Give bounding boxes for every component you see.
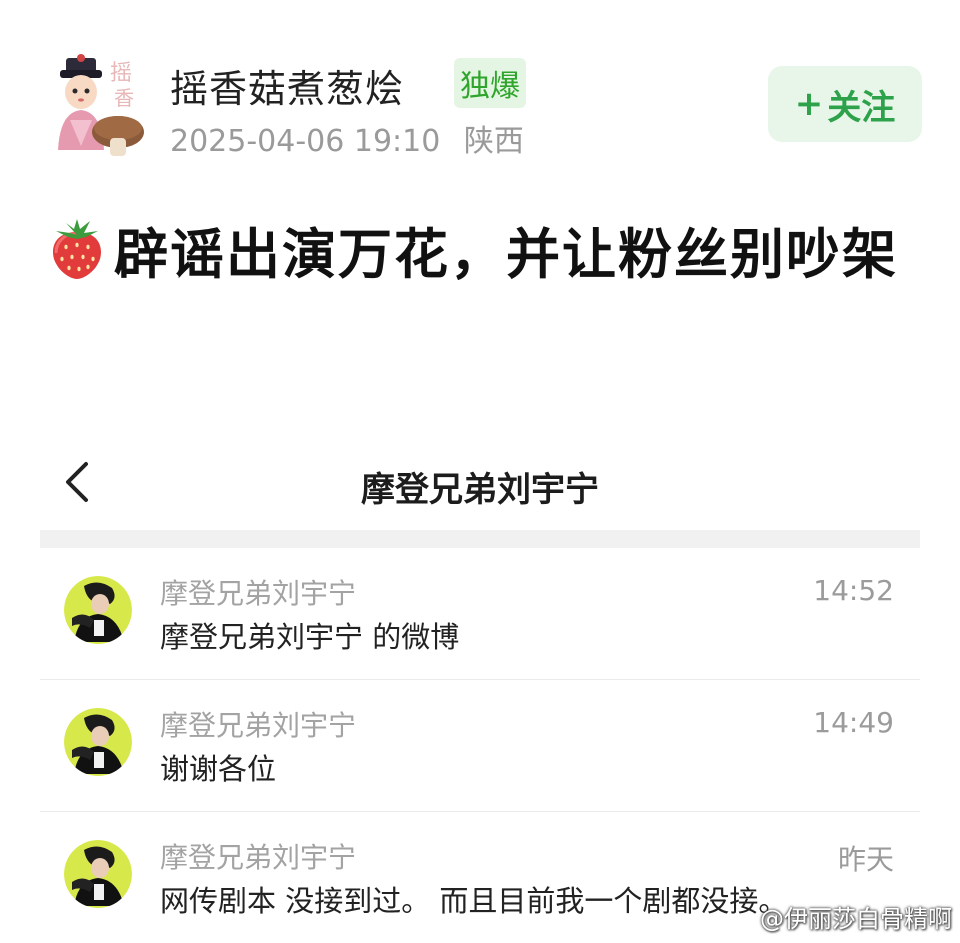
exclusive-badge: 独爆: [454, 58, 526, 108]
author-avatar[interactable]: 摇 香: [48, 50, 148, 160]
follow-button[interactable]: + 关注: [768, 66, 922, 142]
post-meta: 2025-04-06 19:10 陕西: [170, 116, 524, 160]
message-time: 14:49: [813, 706, 894, 739]
message-text: 摩登兄弟刘宇宁 的微博: [160, 620, 460, 654]
message-text: 网传剧本 没接到过。 而且目前我一个剧都没接。: [160, 884, 788, 918]
avatar[interactable]: [64, 576, 132, 644]
plus-icon: +: [794, 84, 824, 124]
message-time: 昨天: [837, 843, 894, 876]
post-title: 辟谣出演万花，并让粉丝别吵架: [44, 210, 914, 300]
divider: [40, 530, 920, 548]
avatar[interactable]: [64, 840, 132, 908]
message-sender: 摩登兄弟刘宇宁: [160, 577, 357, 610]
message-sender: 摩登兄弟刘宇宁: [160, 709, 357, 742]
list-item[interactable]: 摩登兄弟刘宇宁 14:52 摩登兄弟刘宇宁 的微博: [40, 548, 920, 680]
weibo-post-page: 摇 香 摇香菇煮葱烩 独爆 2025-04-06 19:10 陕西 + 关注 辟…: [0, 0, 960, 943]
list-item[interactable]: 摩登兄弟刘宇宁 14:49 谢谢各位: [40, 680, 920, 812]
message-text: 谢谢各位: [160, 752, 277, 786]
post-date: 2025-04-06 19:10: [170, 124, 441, 159]
follow-label: 关注: [827, 87, 896, 128]
message-sender: 摩登兄弟刘宇宁: [160, 841, 357, 874]
svg-text:香: 香: [114, 86, 134, 110]
chat-header: 摩登兄弟刘宇宁: [40, 440, 920, 530]
post-title-text: 辟谣出演万花，并让粉丝别吵架: [114, 223, 898, 286]
message-list: 摩登兄弟刘宇宁 14:52 摩登兄弟刘宇宁 的微博 摩登兄弟刘宇宁 14:49 …: [40, 548, 920, 943]
avatar[interactable]: [64, 708, 132, 776]
message-time: 14:52: [813, 574, 894, 607]
watermark: @伊丽莎白骨精啊: [728, 899, 952, 937]
strawberry-icon: [44, 215, 110, 281]
weibo-icon: [728, 909, 756, 937]
chat-title: 摩登兄弟刘宇宁: [361, 470, 599, 510]
svg-text:摇: 摇: [110, 61, 132, 86]
post-location: 陕西: [463, 124, 524, 159]
author-name[interactable]: 摇香菇煮葱烩: [170, 58, 404, 113]
post-header: 摇 香 摇香菇煮葱烩 独爆 2025-04-06 19:10 陕西 + 关注: [48, 50, 923, 160]
watermark-text: @伊丽莎白骨精啊: [760, 905, 952, 933]
